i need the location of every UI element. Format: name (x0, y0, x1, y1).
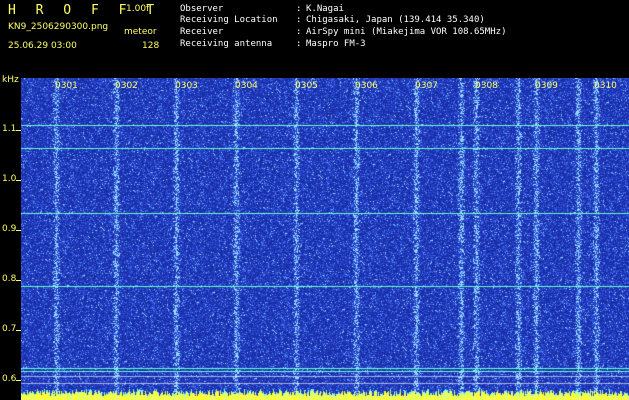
y-tick-mark (16, 230, 21, 231)
y-tick-label: 0.9 (2, 224, 17, 234)
info-value-location: Chigasaki, Japan (139.414 35.340) (306, 15, 485, 25)
info-sep: : (296, 4, 302, 14)
y-axis-unit: kHz (2, 75, 19, 85)
time-label: 0302 (115, 81, 138, 91)
time-label: 0307 (415, 81, 438, 91)
file-name: KN9_2506290300.png (8, 22, 109, 32)
info-label-location: Receiving Location (180, 15, 278, 25)
info-value-receiver: AirSpy mini (Miakejima VOR 108.65MHz) (306, 27, 507, 37)
version-label: 1.00f (126, 4, 150, 14)
y-tick-mark (16, 330, 21, 331)
time-label: 0309 (535, 81, 558, 91)
time-label: 0301 (55, 81, 78, 91)
datetime-label: 25.06.29 03:00 (8, 41, 77, 51)
time-label: 0306 (355, 81, 378, 91)
y-tick-mark (16, 380, 21, 381)
y-tick-mark (16, 130, 21, 131)
info-value-antenna: Maspro FM-3 (306, 39, 366, 49)
y-tick-mark (16, 180, 21, 181)
y-tick-label: 0.7 (2, 324, 17, 334)
y-tick-mark (16, 280, 21, 281)
time-label: 0304 (235, 81, 258, 91)
fft-size-label: 128 (142, 41, 160, 51)
y-tick-label: 1.0 (2, 174, 17, 184)
mode-label: meteor (124, 27, 157, 37)
info-label-antenna: Receiving antenna (180, 39, 273, 49)
info-label-observer: Observer (180, 4, 224, 14)
time-label: 0308 (475, 81, 498, 91)
info-value-observer: K.Nagai (306, 4, 344, 14)
y-tick-label: 0.8 (2, 274, 17, 284)
info-sep: : (296, 27, 302, 37)
info-label-receiver: Receiver (180, 27, 224, 37)
time-label: 0303 (175, 81, 198, 91)
y-tick-label: 1.1 (2, 124, 17, 134)
y-tick-label: 0.6 (2, 374, 17, 384)
spectrogram (21, 78, 629, 400)
info-sep: : (296, 39, 302, 49)
info-sep: : (296, 15, 302, 25)
time-label: 0310 (594, 81, 617, 91)
time-label: 0305 (295, 81, 318, 91)
